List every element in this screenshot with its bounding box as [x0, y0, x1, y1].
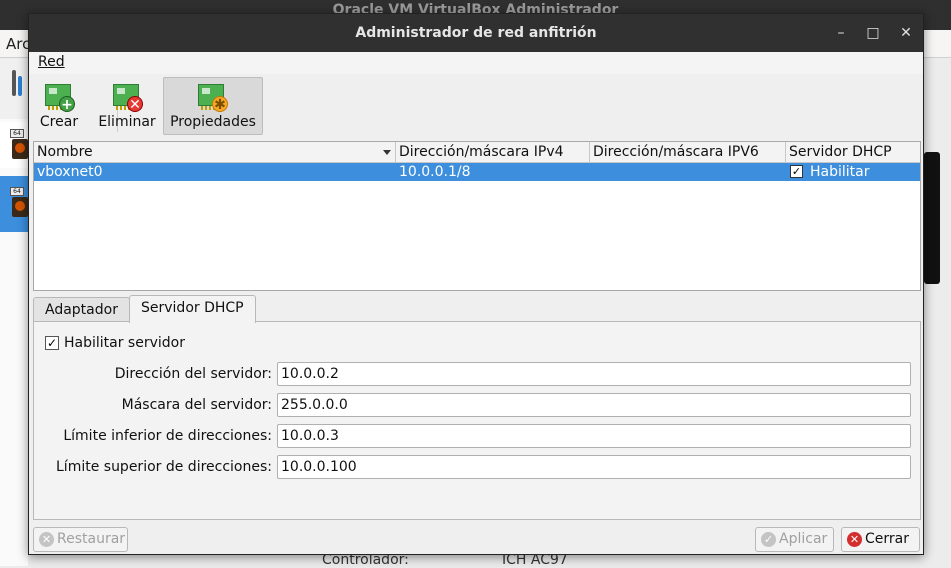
habilitar-servidor-label[interactable]: Habilitar servidor: [64, 335, 185, 351]
vm-os-icon: 64: [10, 129, 28, 159]
network-add-icon: +: [45, 82, 75, 113]
dhcp-row-checkbox[interactable]: ✓: [790, 165, 803, 178]
lower-bound-row: Límite inferior de direcciones:: [34, 424, 920, 448]
maximize-icon[interactable]: □: [863, 23, 883, 43]
dialog-menubar: Red: [29, 52, 923, 74]
cell-ipv6: [590, 163, 593, 181]
server-mask-input[interactable]: [277, 393, 911, 417]
tab-servidor-dhcp[interactable]: Servidor DHCP: [129, 295, 256, 323]
network-table: Nombre Dirección/máscara IPv4 Dirección/…: [33, 141, 921, 291]
dialog-toolbar: + Crear ✕ Eliminar ✱ Propiedades: [29, 74, 923, 138]
network-properties-icon: ✱: [198, 82, 228, 113]
column-header-nombre[interactable]: Nombre: [34, 142, 396, 163]
dialog-title: Administrador de red anfitrión: [355, 25, 597, 41]
vm-list-item[interactable]: 64: [0, 122, 28, 168]
upper-bound-row: Límite superior de direcciones:: [34, 455, 920, 479]
column-header-ipv6[interactable]: Dirección/máscara IPV6: [590, 142, 786, 163]
lower-bound-label: Límite inferior de direcciones:: [63, 428, 272, 444]
sort-descending-icon: [383, 150, 391, 155]
host-network-manager-dialog: Administrador de red anfitrión – □ ✕ Red…: [28, 13, 924, 555]
table-row[interactable]: vboxnet0 10.0.0.1/8 ✓ Habilitar: [34, 163, 920, 181]
network-remove-icon: ✕: [113, 82, 143, 113]
server-address-label: Dirección del servidor:: [114, 366, 272, 382]
vm-preview: [924, 152, 940, 284]
cerrar-button[interactable]: ✕ Cerrar: [841, 527, 920, 552]
table-header: Nombre Dirección/máscara IPv4 Dirección/…: [34, 142, 920, 163]
server-mask-row: Máscara del servidor:: [34, 393, 920, 417]
tab-adaptador[interactable]: Adaptador: [33, 297, 130, 323]
vm-list-item-selected[interactable]: 64: [0, 176, 28, 232]
main-menu-archivo[interactable]: Arc: [6, 35, 30, 53]
server-mask-label: Máscara del servidor:: [121, 397, 272, 413]
column-header-ipv4[interactable]: Dirección/máscara IPv4: [396, 142, 590, 163]
close-circle-icon: ✕: [847, 532, 862, 547]
lower-bound-input[interactable]: [277, 424, 911, 448]
cell-nombre: vboxnet0: [37, 164, 103, 180]
eliminar-button[interactable]: ✕ Eliminar: [95, 77, 159, 135]
column-header-dhcp[interactable]: Servidor DHCP: [786, 142, 920, 163]
close-icon[interactable]: ✕: [896, 23, 916, 43]
vm-os-icon: 64: [10, 187, 28, 217]
crear-button[interactable]: + Crear: [35, 77, 83, 135]
server-address-row: Dirección del servidor:: [34, 362, 920, 386]
aplicar-button[interactable]: ✓ Aplicar: [755, 527, 834, 552]
details-tabs: Adaptador Servidor DHCP: [33, 295, 921, 323]
upper-bound-label: Límite superior de direcciones:: [56, 459, 272, 475]
upper-bound-input[interactable]: [277, 455, 911, 479]
server-address-input[interactable]: [277, 362, 911, 386]
habilitar-servidor-checkbox[interactable]: ✓: [45, 336, 59, 350]
menu-red[interactable]: Red: [38, 54, 65, 70]
restaurar-button[interactable]: ✕ Restaurar: [33, 527, 128, 552]
cell-ipv4: 10.0.0.1/8: [399, 164, 471, 180]
tools-icon[interactable]: [12, 70, 24, 100]
dhcp-panel: ✓ Habilitar servidor Dirección del servi…: [33, 321, 921, 520]
minimize-icon[interactable]: –: [831, 23, 851, 43]
dialog-titlebar: Administrador de red anfitrión – □ ✕: [29, 14, 923, 52]
propiedades-button[interactable]: ✱ Propiedades: [163, 77, 263, 135]
reset-icon: ✕: [39, 532, 54, 547]
cell-dhcp-label: Habilitar: [810, 164, 870, 180]
apply-icon: ✓: [761, 532, 776, 547]
